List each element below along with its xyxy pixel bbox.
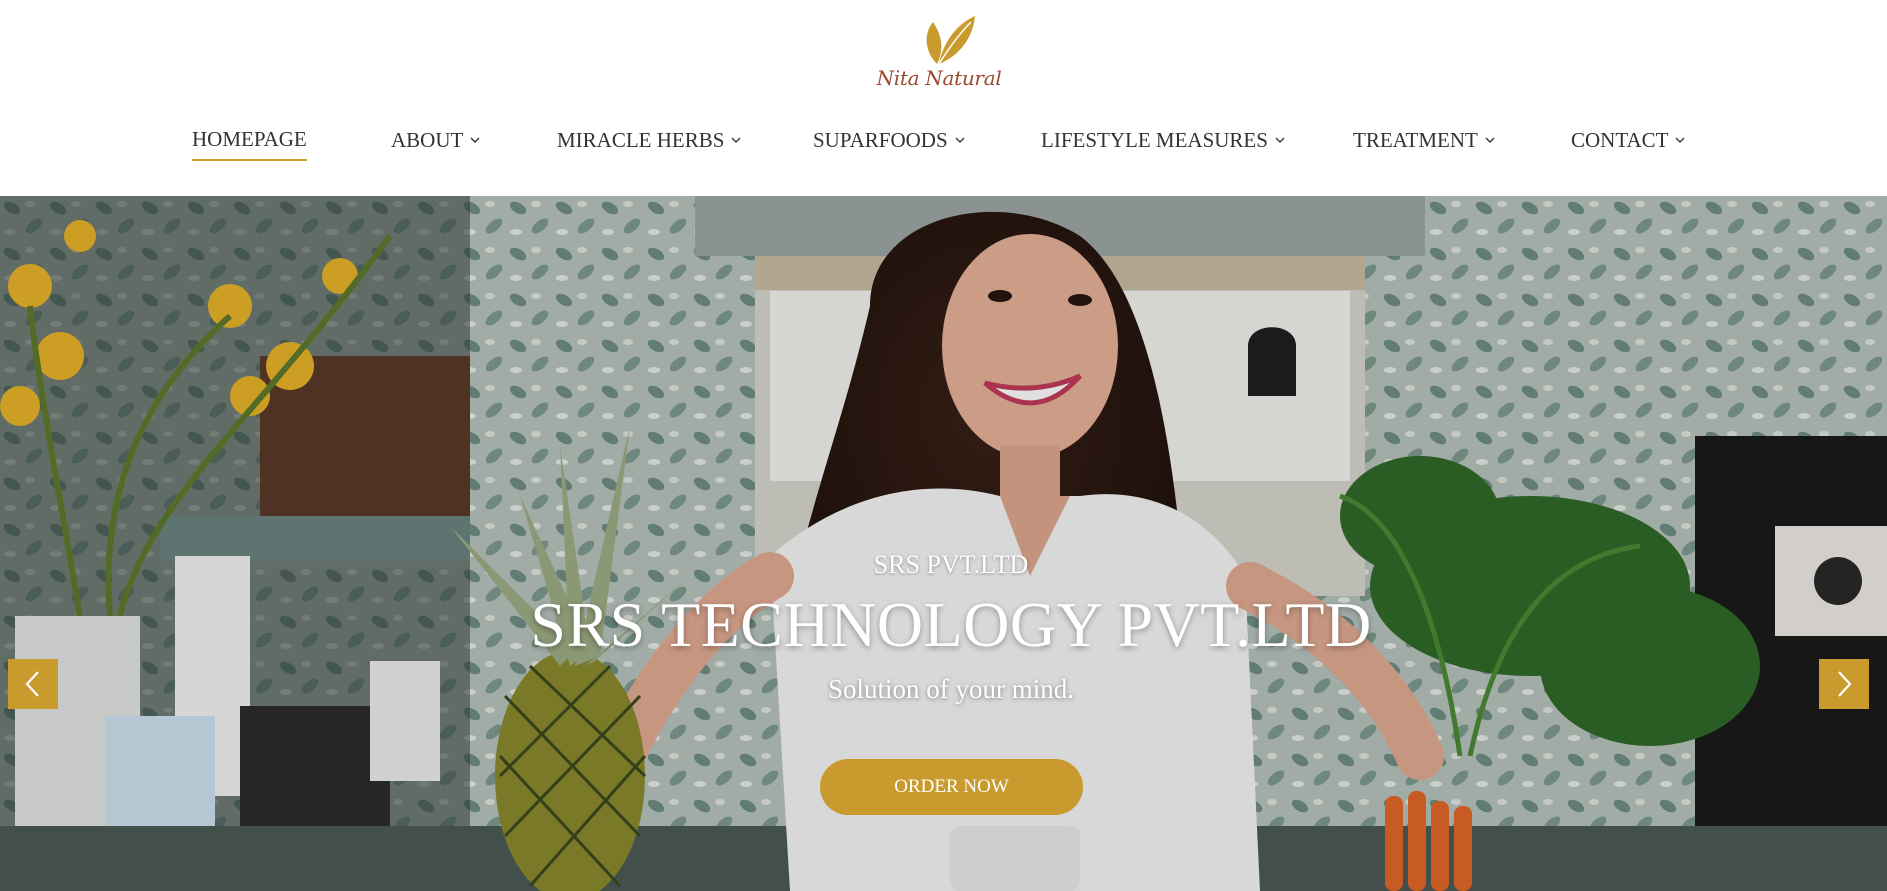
nav-item-label: CONTACT	[1571, 127, 1669, 152]
chevron-down-icon	[1275, 137, 1285, 143]
chevron-down-icon	[1485, 137, 1495, 143]
nav-item-homepage[interactable]: HOMEPAGE	[192, 119, 307, 161]
site-logo[interactable]: Nita Natural	[875, 12, 1003, 94]
nav-item-label: ABOUT	[391, 127, 464, 152]
main-nav: HOMEPAGE ABOUT MIRACLE HERBS SUPARFOODS …	[0, 119, 1887, 165]
logo-text: Nita Natural	[876, 66, 1002, 90]
hero-subtitle: SRS PVT.LTD	[873, 550, 1029, 579]
slider-prev-button[interactable]	[8, 659, 58, 709]
chevron-right-icon	[1838, 671, 1852, 697]
nav-item-label: LIFESTYLE MEASURES	[1041, 127, 1268, 152]
nav-item-treatment[interactable]: TREATMENT	[1353, 119, 1495, 161]
chevron-down-icon	[731, 137, 741, 143]
chevron-down-icon	[1675, 137, 1685, 143]
nav-item-about[interactable]: ABOUT	[391, 119, 480, 161]
slider-next-button[interactable]	[1819, 659, 1869, 709]
site-header: Nita Natural HOMEPAGE ABOUT MIRACLE HERB…	[0, 0, 1887, 196]
nav-item-label: TREATMENT	[1353, 127, 1478, 152]
hero-tagline: Solution of your mind.	[827, 674, 1074, 704]
chevron-left-icon	[25, 671, 39, 697]
nav-item-miracle-herbs[interactable]: MIRACLE HERBS	[557, 119, 741, 161]
nav-item-label: HOMEPAGE	[192, 126, 307, 151]
nav-item-label: MIRACLE HERBS	[557, 127, 725, 152]
chevron-down-icon	[470, 137, 480, 143]
nav-item-label: SUPARFOODS	[813, 127, 948, 152]
order-now-button[interactable]: ORDER NOW	[820, 759, 1083, 815]
leaf-logo-icon	[926, 16, 975, 65]
chevron-down-icon	[955, 137, 965, 143]
hero-title: SRS TECHNOLOGY PVT.LTD	[530, 589, 1372, 660]
nav-item-lifestyle-measures[interactable]: LIFESTYLE MEASURES	[1041, 119, 1285, 161]
hero-slider: SRS PVT.LTD SRS TECHNOLOGY PVT.LTD Solut…	[0, 196, 1887, 891]
nav-item-suparfoods[interactable]: SUPARFOODS	[813, 119, 965, 161]
nav-item-contact[interactable]: CONTACT	[1571, 119, 1685, 161]
